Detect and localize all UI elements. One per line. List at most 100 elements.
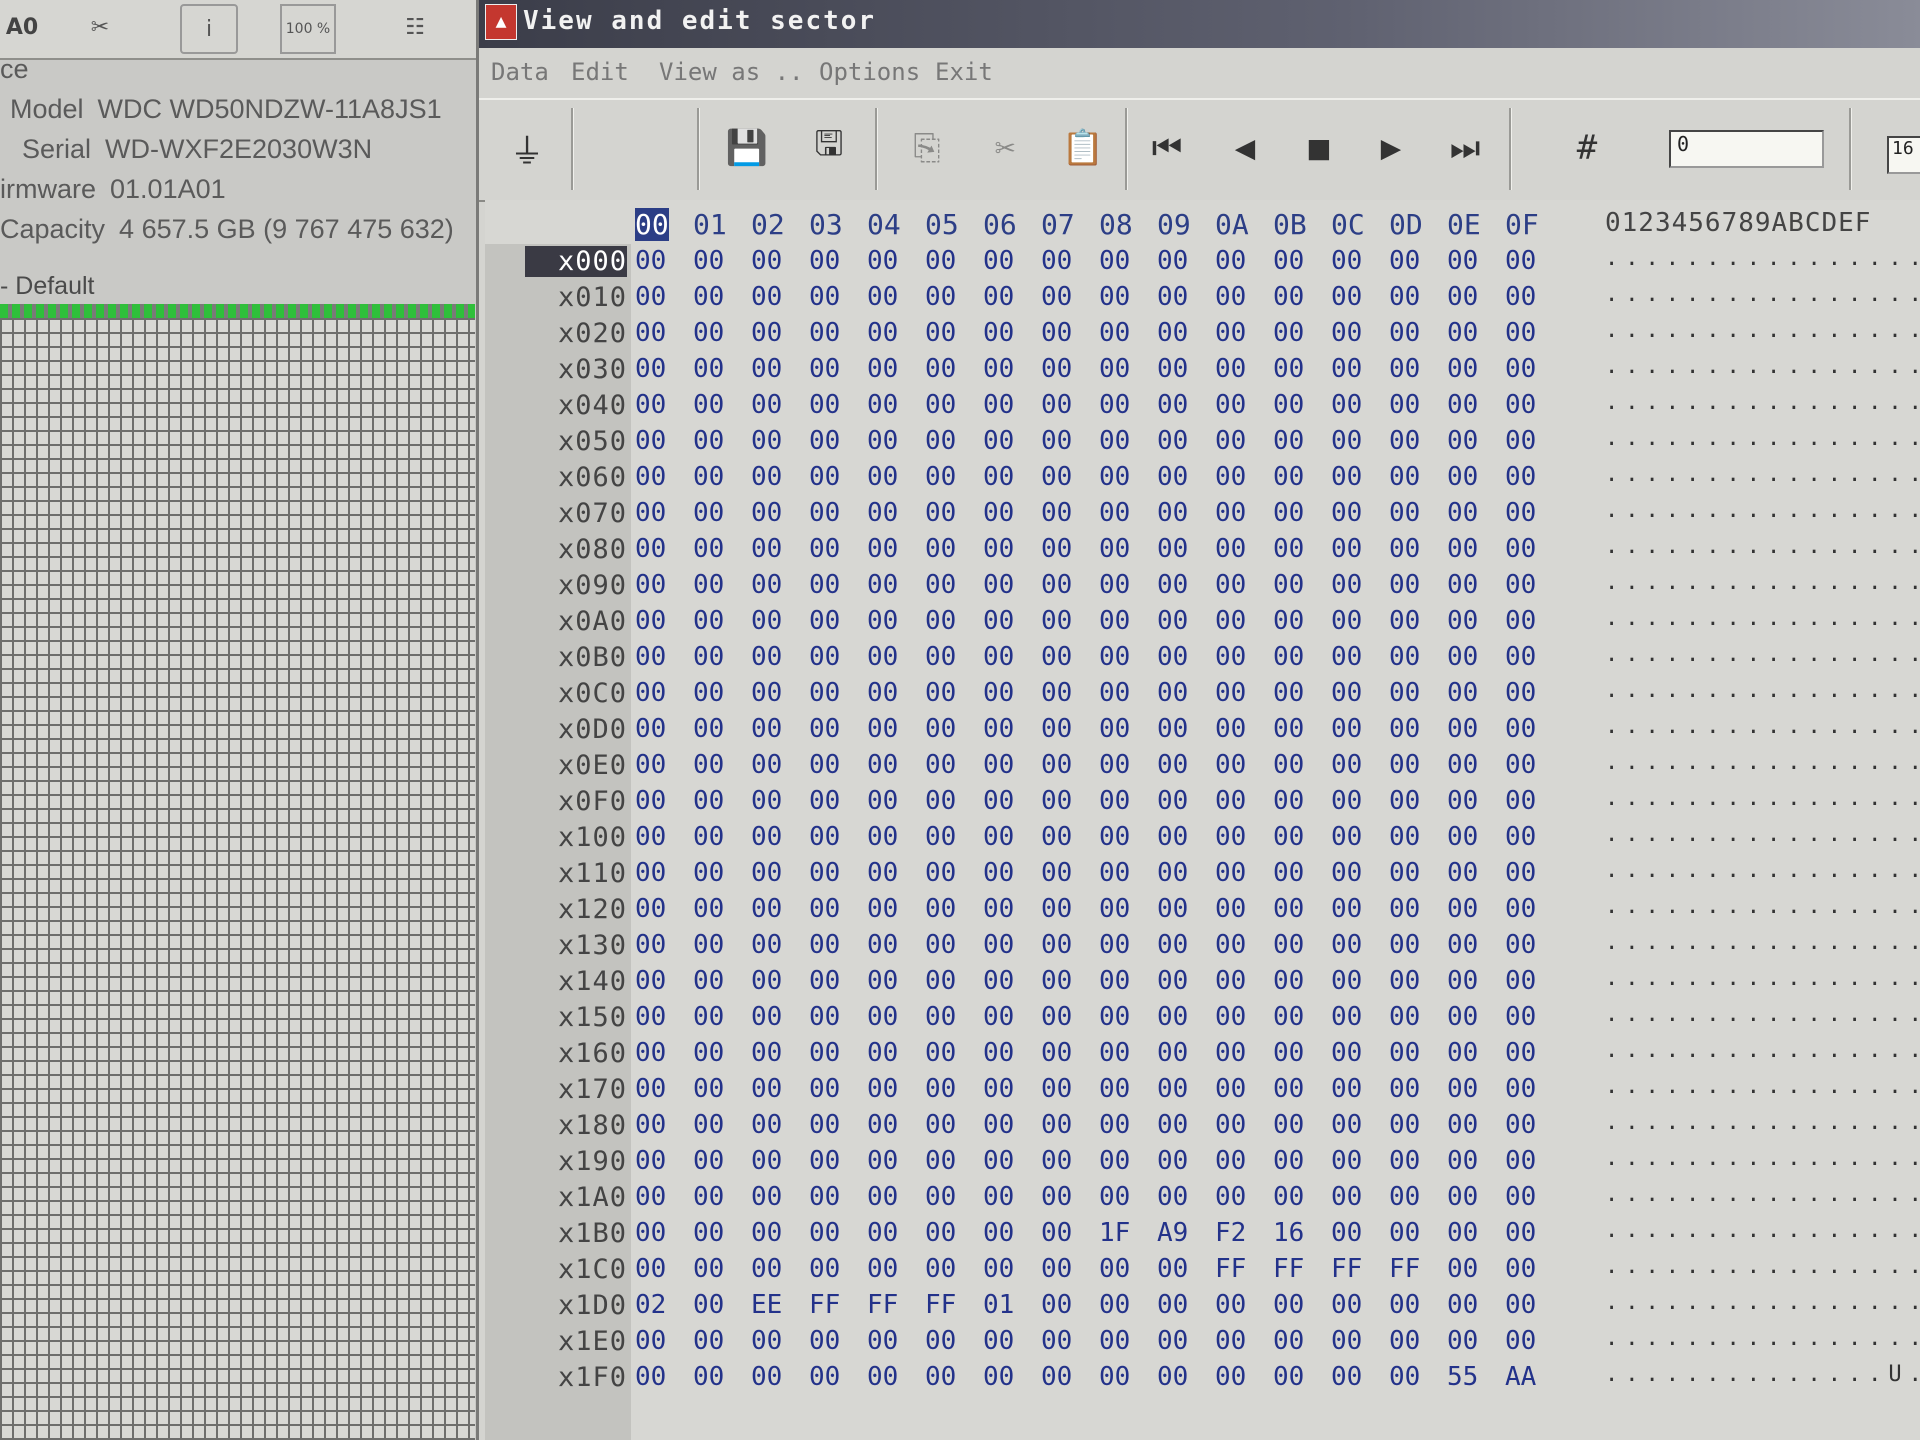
byte-cell[interactable]: 00 xyxy=(1157,318,1188,348)
byte-cell[interactable]: 00 xyxy=(867,1254,898,1284)
byte-cell[interactable]: 00 xyxy=(1215,390,1246,420)
first-sector-icon[interactable]: ⏮ xyxy=(1139,118,1195,178)
byte-cell[interactable]: 00 xyxy=(1389,282,1420,312)
byte-cell[interactable]: 00 xyxy=(1273,390,1304,420)
byte-cell[interactable]: 00 xyxy=(1157,1254,1188,1284)
byte-cell[interactable]: EE xyxy=(751,1290,782,1320)
byte-cell[interactable]: 00 xyxy=(1273,894,1304,924)
byte-cell[interactable]: 00 xyxy=(1099,822,1130,852)
byte-cell[interactable]: 00 xyxy=(1215,534,1246,564)
byte-cell[interactable]: 00 xyxy=(1215,1002,1246,1032)
byte-cell[interactable]: 00 xyxy=(925,642,956,672)
byte-cell[interactable]: 00 xyxy=(867,318,898,348)
byte-cell[interactable]: 00 xyxy=(1447,750,1478,780)
byte-cell[interactable]: FF xyxy=(1273,1254,1304,1284)
byte-cell[interactable]: 00 xyxy=(1215,930,1246,960)
byte-cell[interactable]: 00 xyxy=(1157,642,1188,672)
byte-cell[interactable]: 00 xyxy=(751,498,782,528)
byte-cell[interactable]: 00 xyxy=(1447,1038,1478,1068)
byte-cell[interactable]: 00 xyxy=(1099,1254,1130,1284)
byte-cell[interactable]: 00 xyxy=(1099,1146,1130,1176)
byte-cell[interactable]: 00 xyxy=(693,642,724,672)
paste-icon[interactable]: 📋 xyxy=(1055,118,1111,178)
byte-cell[interactable]: 00 xyxy=(809,930,840,960)
byte-cell[interactable]: 00 xyxy=(751,642,782,672)
byte-cell[interactable]: 00 xyxy=(751,1182,782,1212)
byte-cell[interactable]: 00 xyxy=(1157,1182,1188,1212)
byte-cell[interactable]: 00 xyxy=(1447,282,1478,312)
byte-cell[interactable]: 00 xyxy=(1389,1362,1420,1392)
byte-cell[interactable]: 00 xyxy=(983,1254,1014,1284)
byte-cell[interactable]: 00 xyxy=(1215,678,1246,708)
byte-cell[interactable]: 00 xyxy=(1273,966,1304,996)
byte-cell[interactable]: 00 xyxy=(1041,1362,1072,1392)
ascii-cell[interactable]: ................ xyxy=(1605,498,1920,523)
byte-cell[interactable]: 00 xyxy=(1041,1182,1072,1212)
byte-cell[interactable]: 00 xyxy=(1331,1326,1362,1356)
byte-cell[interactable]: 00 xyxy=(1099,534,1130,564)
byte-cell[interactable]: 00 xyxy=(693,462,724,492)
byte-cell[interactable]: 00 xyxy=(809,606,840,636)
byte-cell[interactable]: 00 xyxy=(983,1362,1014,1392)
byte-cell[interactable]: 00 xyxy=(809,642,840,672)
byte-cell[interactable]: 00 xyxy=(1215,1146,1246,1176)
byte-cell[interactable]: 00 xyxy=(809,1362,840,1392)
byte-cell[interactable]: 00 xyxy=(809,1038,840,1068)
byte-cell[interactable]: 00 xyxy=(693,1146,724,1176)
byte-cell[interactable]: 00 xyxy=(1331,1110,1362,1140)
byte-cell[interactable]: 00 xyxy=(751,534,782,564)
byte-cell[interactable]: 00 xyxy=(1505,318,1536,348)
byte-cell[interactable]: 00 xyxy=(1157,1110,1188,1140)
byte-cell[interactable]: 00 xyxy=(1389,1290,1420,1320)
byte-cell[interactable]: 00 xyxy=(751,822,782,852)
byte-cell[interactable]: 00 xyxy=(1041,1326,1072,1356)
byte-cell[interactable]: 00 xyxy=(1447,426,1478,456)
byte-cell[interactable]: 00 xyxy=(1505,1182,1536,1212)
byte-cell[interactable]: 00 xyxy=(1505,1290,1536,1320)
byte-cell[interactable]: 00 xyxy=(1041,498,1072,528)
byte-cell[interactable]: 00 xyxy=(867,750,898,780)
byte-cell[interactable]: 00 xyxy=(1389,534,1420,564)
byte-cell[interactable]: 00 xyxy=(1447,822,1478,852)
byte-cell[interactable]: 00 xyxy=(693,498,724,528)
last-sector-icon[interactable]: ⏭ xyxy=(1437,118,1493,178)
byte-cell[interactable]: 01 xyxy=(983,1290,1014,1320)
byte-cell[interactable]: 00 xyxy=(1389,678,1420,708)
byte-cell[interactable]: 00 xyxy=(925,930,956,960)
ascii-cell[interactable]: ................ xyxy=(1605,246,1920,271)
ascii-cell[interactable]: ................ xyxy=(1605,1002,1920,1027)
byte-cell[interactable]: 00 xyxy=(1389,894,1420,924)
byte-cell[interactable]: 00 xyxy=(1157,894,1188,924)
byte-cell[interactable]: 00 xyxy=(1099,354,1130,384)
byte-cell[interactable]: 00 xyxy=(751,390,782,420)
byte-cell[interactable]: 00 xyxy=(809,246,840,276)
ascii-cell[interactable]: ................ xyxy=(1605,1290,1920,1315)
byte-cell[interactable]: 00 xyxy=(751,1326,782,1356)
byte-cell[interactable]: 00 xyxy=(1215,1110,1246,1140)
byte-cell[interactable]: 00 xyxy=(983,1182,1014,1212)
byte-cell[interactable]: 00 xyxy=(983,498,1014,528)
byte-cell[interactable]: 00 xyxy=(867,642,898,672)
byte-cell[interactable]: 00 xyxy=(809,390,840,420)
byte-cell[interactable]: 00 xyxy=(1157,462,1188,492)
byte-cell[interactable]: 00 xyxy=(983,534,1014,564)
byte-cell[interactable]: 00 xyxy=(635,822,666,852)
byte-cell[interactable]: 00 xyxy=(1331,426,1362,456)
byte-cell[interactable]: 00 xyxy=(1505,894,1536,924)
byte-cell[interactable]: 00 xyxy=(983,1074,1014,1104)
byte-cell[interactable]: 00 xyxy=(1273,822,1304,852)
byte-cell[interactable]: 00 xyxy=(983,246,1014,276)
byte-cell[interactable]: 00 xyxy=(983,1038,1014,1068)
byte-cell[interactable]: 00 xyxy=(635,750,666,780)
byte-cell[interactable]: 00 xyxy=(867,390,898,420)
byte-cell[interactable]: 00 xyxy=(1157,1290,1188,1320)
save-sector-icon[interactable]: 💾 xyxy=(719,118,775,178)
byte-cell[interactable]: 00 xyxy=(867,1038,898,1068)
byte-cell[interactable]: 00 xyxy=(867,1146,898,1176)
byte-cell[interactable]: 00 xyxy=(925,1110,956,1140)
byte-cell[interactable]: 00 xyxy=(1215,1038,1246,1068)
byte-cell[interactable]: 00 xyxy=(751,678,782,708)
byte-cell[interactable]: 00 xyxy=(1273,318,1304,348)
menu-edit[interactable]: Edit xyxy=(571,58,629,86)
byte-cell[interactable]: 00 xyxy=(1389,1038,1420,1068)
